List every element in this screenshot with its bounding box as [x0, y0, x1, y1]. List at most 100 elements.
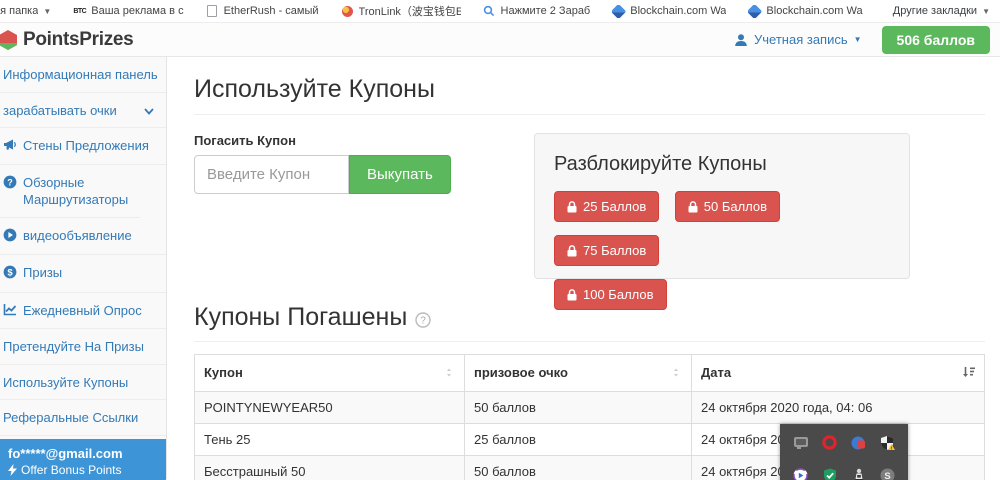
- bookmark-etherrush[interactable]: EtherRush - самый: [206, 5, 319, 18]
- chevron-down-icon: ▼: [854, 35, 862, 44]
- cell-coupon: Тень 25: [195, 424, 465, 456]
- megaphone-icon: [3, 138, 17, 156]
- search-favicon-icon: [483, 5, 496, 18]
- sidebar-item-prizes[interactable]: $ Призы: [0, 255, 166, 293]
- unlock-coupons-panel: Разблокируйте Купоны 25 Баллов 50 Баллов…: [534, 133, 910, 279]
- cell-coupon: Бесстрашный 50: [195, 456, 465, 480]
- chat-icon[interactable]: [786, 432, 815, 454]
- coupon-input[interactable]: [194, 155, 349, 194]
- ad-email: fo*****@gmail.com: [8, 446, 158, 461]
- blue-red-app-icon[interactable]: [844, 432, 873, 454]
- column-label: Купон: [204, 365, 243, 380]
- shield-check-icon[interactable]: [815, 466, 844, 480]
- site-logo[interactable]: PointsPrizes: [8, 29, 133, 51]
- media-player-icon[interactable]: [786, 466, 815, 480]
- account-menu[interactable]: Учетная запись ▼: [734, 32, 862, 47]
- unlock-button-label: 75 Баллов: [583, 243, 646, 258]
- sidebar-item-use-coupons[interactable]: Используйте Купоны: [0, 365, 166, 401]
- sidebar-item-earn-points[interactable]: зарабатывать очки: [0, 93, 166, 129]
- sidebar-item-label: Призы: [23, 264, 62, 282]
- other-bookmarks-button[interactable]: Другие закладки ▼: [893, 5, 990, 17]
- page-title: Используйте Купоны: [194, 75, 985, 104]
- sidebar-item-daily-poll[interactable]: Ежедневный Опрос: [0, 293, 166, 330]
- sidebar-item-dashboard[interactable]: Информационная панель: [0, 57, 166, 93]
- unlock-25-button[interactable]: 25 Баллов: [554, 191, 659, 222]
- logo-text: PointsPrizes: [23, 29, 133, 51]
- sidebar-item-label: Претендуйте На Призы: [3, 338, 144, 356]
- cell-points: 50 баллов: [465, 392, 692, 424]
- table-header-date[interactable]: Дата: [692, 355, 985, 392]
- table-header-points[interactable]: призовое очко: [465, 355, 692, 392]
- svg-text:?: ?: [7, 177, 13, 187]
- account-label: Учетная запись: [754, 32, 848, 47]
- sort-icon: [444, 366, 455, 381]
- bookmark-blockchain-2[interactable]: Blockchain.com Wa: [748, 5, 862, 18]
- bookmark-label: Ваша реклама в с: [91, 5, 183, 17]
- divider: [194, 341, 985, 342]
- sidebar-item-video-ads[interactable]: видеообъявление: [0, 218, 166, 256]
- blockchain-favicon-icon: [748, 5, 761, 18]
- svg-text:?: ?: [421, 315, 427, 326]
- shield-warning-icon[interactable]: !: [873, 432, 902, 454]
- unlock-100-button[interactable]: 100 Баллов: [554, 279, 667, 310]
- sidebar-item-label: Информационная панель: [3, 66, 158, 84]
- lock-icon: [567, 289, 577, 301]
- cell-coupon: POINTYNEWYEAR50: [195, 392, 465, 424]
- sidebar-item-referral-links[interactable]: Реферальные Ссылки: [0, 400, 166, 436]
- lock-icon: [567, 245, 577, 257]
- sidebar-item-claim-prizes[interactable]: Претендуйте На Призы: [0, 329, 166, 365]
- sort-icon: [671, 366, 682, 381]
- unlock-button-label: 100 Баллов: [583, 287, 654, 302]
- bookmark-ad[interactable]: BTC Ваша реклама в с: [73, 5, 183, 18]
- svg-text:S: S: [884, 471, 890, 480]
- tronlink-favicon-icon: [341, 5, 354, 18]
- bookmark-label: EtherRush - самый: [224, 5, 319, 17]
- column-label: Дата: [701, 365, 731, 380]
- bookmark-label: Нажмите 2 Зараб: [501, 5, 591, 17]
- main-content: Используйте Купоны Погасить Купон Выкупа…: [167, 57, 1000, 479]
- sidebar-ad-gmail[interactable]: fo*****@gmail.com Offer Bonus Points: [0, 439, 166, 480]
- figure-icon[interactable]: [844, 466, 873, 480]
- play-circle-icon: [3, 228, 17, 247]
- column-label: призовое очко: [474, 365, 568, 380]
- unlock-button-label: 50 Баллов: [704, 199, 767, 214]
- sidebar-item-label: Ежедневный Опрос: [23, 302, 142, 320]
- help-icon[interactable]: ?: [415, 312, 431, 328]
- bookmarks-bar: ая папка ▼ BTC Ваша реклама в с EtherRus…: [0, 0, 1000, 23]
- opera-icon[interactable]: [815, 432, 844, 454]
- sidebar-item-label: зарабатывать очки: [3, 102, 117, 120]
- blockchain-favicon-icon: [612, 5, 625, 18]
- points-balance-badge[interactable]: 506 баллов: [882, 26, 990, 54]
- redeem-button[interactable]: Выкупать: [349, 155, 451, 194]
- svg-text:$: $: [7, 268, 13, 279]
- lightning-icon: [8, 464, 17, 476]
- lock-icon: [567, 201, 577, 213]
- table-header-coupon[interactable]: Купон: [195, 355, 465, 392]
- btc-favicon-icon: BTC: [73, 5, 86, 18]
- sidebar-item-survey-routers[interactable]: ? Обзорные Маршрутизаторы: [0, 165, 140, 218]
- bookmark-label: Blockchain.com Wa: [630, 5, 726, 17]
- cell-points: 50 баллов: [465, 456, 692, 480]
- bookmark-tronlink[interactable]: TronLink（波宝钱包E: [341, 3, 461, 19]
- sidebar-item-label: Реферальные Ссылки: [3, 409, 138, 427]
- redeem-coupon-label: Погасить Купон: [194, 133, 534, 148]
- sidebar-item-label: Обзорные Маршрутизаторы: [23, 174, 134, 209]
- bookmark-blockchain-1[interactable]: Blockchain.com Wa: [612, 5, 726, 18]
- chevron-down-icon: ▼: [43, 7, 51, 16]
- ad-text: Offer Bonus Points: [21, 463, 122, 477]
- bookmark-folder[interactable]: ая папка ▼: [0, 5, 51, 17]
- pointsprizes-logo-icon: [0, 29, 19, 51]
- coin-icon: $: [3, 265, 17, 284]
- bookmark-earn[interactable]: Нажмите 2 Зараб: [483, 5, 591, 18]
- unlock-50-button[interactable]: 50 Баллов: [675, 191, 780, 222]
- other-bookmarks-label: Другие закладки: [893, 5, 977, 17]
- question-circle-icon: ?: [3, 175, 17, 194]
- system-tray-popup: ! S: [780, 424, 908, 480]
- unlock-75-button[interactable]: 75 Баллов: [554, 235, 659, 266]
- sidebar-item-label: Стены Предложения: [23, 137, 149, 155]
- sort-desc-icon: [962, 366, 975, 381]
- skype-icon[interactable]: S: [873, 466, 902, 480]
- unlock-panel-title: Разблокируйте Купоны: [554, 153, 890, 176]
- line-chart-icon: [3, 303, 17, 321]
- sidebar-item-offer-walls[interactable]: Стены Предложения: [0, 128, 166, 165]
